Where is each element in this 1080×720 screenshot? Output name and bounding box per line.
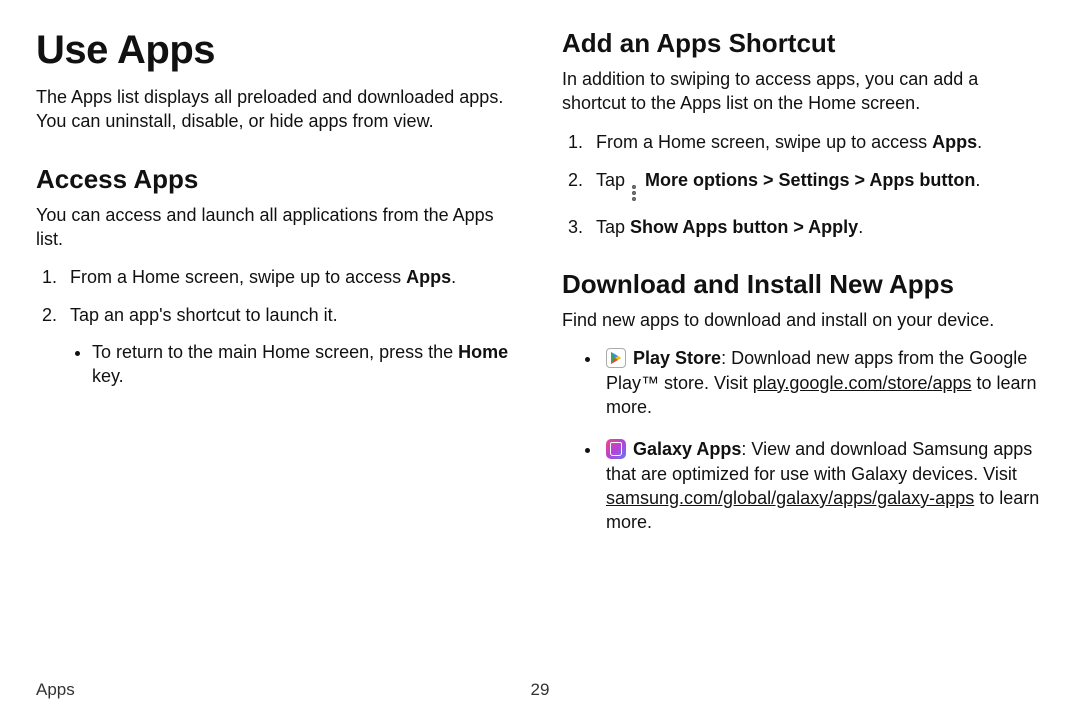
galaxy-apps-label: Galaxy Apps bbox=[633, 439, 741, 459]
step-text: Tap an app's shortcut to launch it. bbox=[70, 305, 338, 325]
two-column-layout: Use Apps The Apps list displays all prel… bbox=[36, 28, 1044, 553]
left-column: Use Apps The Apps list displays all prel… bbox=[36, 28, 518, 553]
play-store-icon bbox=[606, 348, 626, 368]
play-store-link[interactable]: play.google.com/store/apps bbox=[753, 373, 972, 393]
access-apps-steps: From a Home screen, swipe up to access A… bbox=[36, 265, 518, 388]
step-text: Tap bbox=[596, 170, 630, 190]
bullet-text-bold: Home bbox=[458, 342, 508, 362]
step-text-bold: Apps bbox=[932, 132, 977, 152]
step-text: Tap bbox=[596, 217, 630, 237]
bullet-text: To return to the main Home screen, press… bbox=[92, 342, 458, 362]
step-1: From a Home screen, swipe up to access A… bbox=[62, 265, 518, 289]
page-footer: Apps 29 bbox=[36, 680, 1044, 700]
bullet-text: key. bbox=[92, 366, 124, 386]
step-2: Tap an app's shortcut to launch it. To r… bbox=[62, 303, 518, 388]
step-text: From a Home screen, swipe up to access bbox=[596, 132, 932, 152]
intro-paragraph: The Apps list displays all preloaded and… bbox=[36, 85, 518, 134]
footer-page-number: 29 bbox=[531, 680, 550, 700]
sub-bullet: To return to the main Home screen, press… bbox=[92, 340, 518, 389]
step-text: . bbox=[975, 170, 980, 190]
galaxy-apps-link[interactable]: samsung.com/global/galaxy/apps/galaxy-ap… bbox=[606, 488, 974, 508]
step-text: . bbox=[858, 217, 863, 237]
heading-access-apps: Access Apps bbox=[36, 164, 518, 195]
play-store-item: Play Store: Download new apps from the G… bbox=[602, 346, 1044, 419]
step-3: Tap Show Apps button > Apply. bbox=[588, 215, 1044, 239]
app-store-list: Play Store: Download new apps from the G… bbox=[562, 346, 1044, 534]
step-1: From a Home screen, swipe up to access A… bbox=[588, 130, 1044, 154]
heading-download-install: Download and Install New Apps bbox=[562, 269, 1044, 300]
step-text-bold: Show Apps button > Apply bbox=[630, 217, 858, 237]
step-2: Tap More options > Settings > Apps butto… bbox=[588, 168, 1044, 201]
access-apps-paragraph: You can access and launch all applicatio… bbox=[36, 203, 518, 252]
download-install-paragraph: Find new apps to download and install on… bbox=[562, 308, 1044, 332]
galaxy-apps-icon bbox=[606, 439, 626, 459]
add-shortcut-paragraph: In addition to swiping to access apps, y… bbox=[562, 67, 1044, 116]
sub-bullets: To return to the main Home screen, press… bbox=[70, 340, 518, 389]
step-text-bold: Apps bbox=[406, 267, 451, 287]
play-store-label: Play Store bbox=[633, 348, 721, 368]
step-text: . bbox=[977, 132, 982, 152]
step-text-bold: More options > Settings > Apps button bbox=[645, 170, 975, 190]
more-options-icon bbox=[632, 185, 638, 201]
step-text: From a Home screen, swipe up to access bbox=[70, 267, 406, 287]
right-column: Add an Apps Shortcut In addition to swip… bbox=[562, 28, 1044, 553]
step-text: . bbox=[451, 267, 456, 287]
galaxy-apps-item: Galaxy Apps: View and download Samsung a… bbox=[602, 437, 1044, 534]
heading-add-shortcut: Add an Apps Shortcut bbox=[562, 28, 1044, 59]
page-title: Use Apps bbox=[36, 28, 518, 73]
footer-section: Apps bbox=[36, 680, 75, 700]
add-shortcut-steps: From a Home screen, swipe up to access A… bbox=[562, 130, 1044, 240]
